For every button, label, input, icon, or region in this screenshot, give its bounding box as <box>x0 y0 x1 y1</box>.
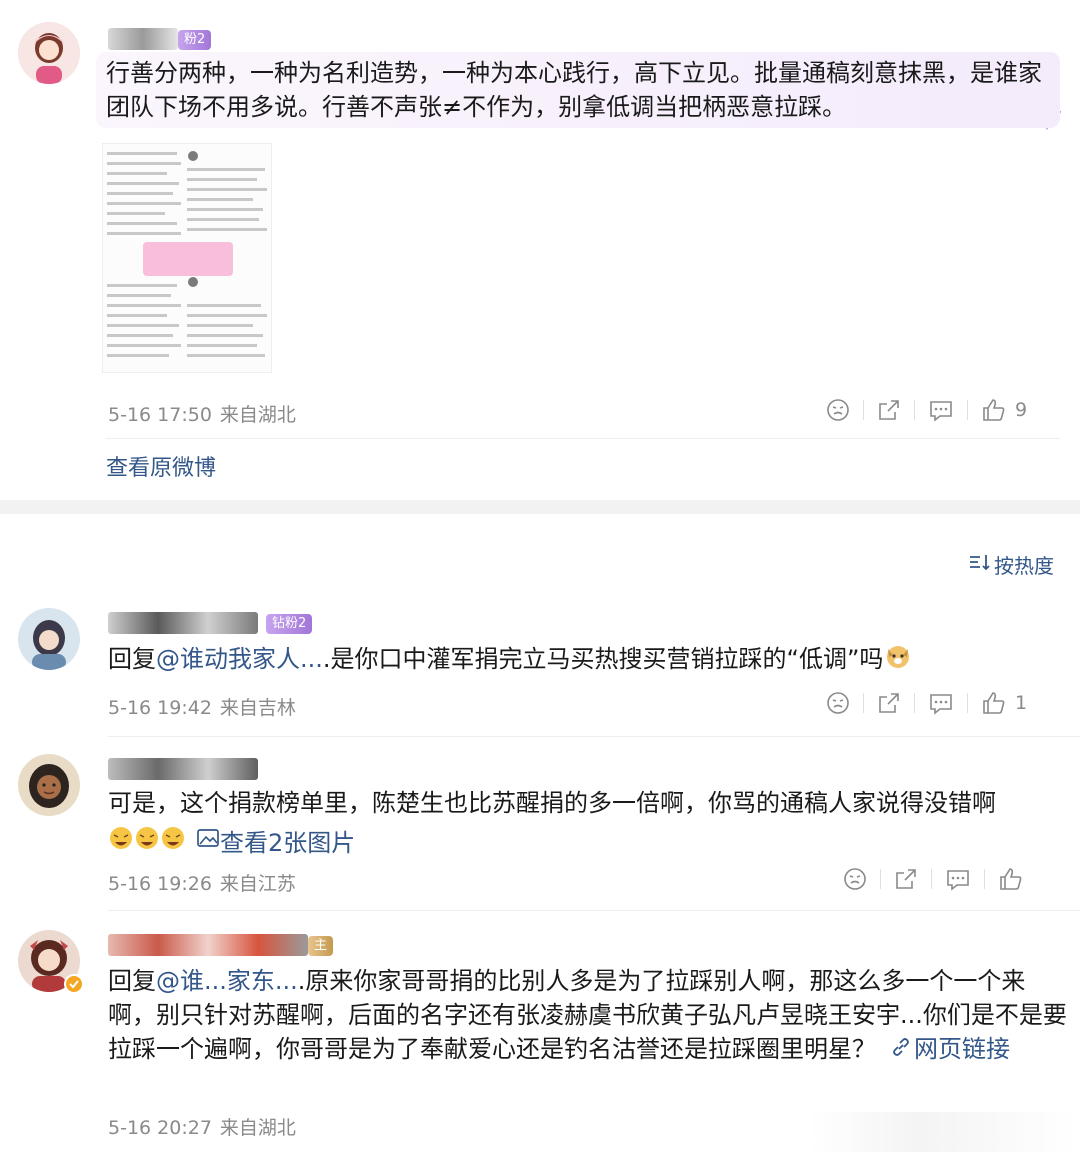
post-image[interactable] <box>102 143 272 373</box>
comment-text: 回复@谁动我家人....是你口中灌军捐完立马买热搜买营销拉踩的“低调”吗 <box>108 642 1048 678</box>
mention-link[interactable]: @谁动我家人... <box>156 645 323 673</box>
share-icon[interactable] <box>877 691 901 715</box>
fan-badge: 粉2 <box>178 30 212 50</box>
fan-badge: 钻粉2 <box>266 614 313 634</box>
sort-label: 按热度 <box>994 554 1054 578</box>
dislike-icon[interactable] <box>826 398 850 422</box>
post-meta: 5-16 17:50 来自湖北 <box>108 400 296 427</box>
dislike-icon[interactable] <box>826 691 850 715</box>
comment-username[interactable] <box>108 612 258 638</box>
partial-action-bar <box>810 1112 1080 1152</box>
sort-button[interactable]: 按热度 <box>968 550 1054 579</box>
comment-text: 回复@谁...家东....原来你家哥哥捐的比别人多是为了拉踩别人啊，那这么多一个… <box>108 964 1068 1067</box>
comment-time: 5-16 20:27 <box>108 1117 212 1139</box>
share-icon[interactable] <box>894 867 918 891</box>
post-avatar[interactable] <box>18 22 80 84</box>
like-button[interactable] <box>998 867 1024 891</box>
emoji-row: 查看2张图片 <box>108 823 355 858</box>
laughing-crying-emoji-icon <box>108 825 186 857</box>
reply-prefix: 回复 <box>108 967 156 995</box>
view-original-link[interactable]: 查看原微博 <box>106 450 216 482</box>
comment-separator <box>108 910 1080 911</box>
like-count: 9 <box>1015 399 1028 421</box>
comment-location: 来自江苏 <box>219 873 296 895</box>
comment-time: 5-16 19:42 <box>108 697 212 719</box>
comment-actions: 1 <box>826 691 1027 715</box>
web-link[interactable]: 网页链接 <box>914 1035 1010 1063</box>
section-divider <box>0 500 1080 514</box>
comment-location: 来自吉林 <box>219 697 296 719</box>
comment-body: 可是，这个捐款榜单里，陈楚生也比苏醒捐的多一倍啊，你骂的通稿人家说得没错啊 <box>108 789 996 817</box>
post-location: 来自湖北 <box>219 404 296 426</box>
verified-icon <box>64 974 84 998</box>
reply-prefix: 回复 <box>108 645 156 673</box>
post-separator <box>106 438 1060 439</box>
comment-username[interactable] <box>108 758 258 784</box>
comment-location: 来自湖北 <box>219 1117 296 1139</box>
comment-icon[interactable] <box>928 691 954 715</box>
post-actions: 9 <box>826 398 1027 422</box>
image-icon <box>196 827 220 855</box>
dislike-icon[interactable] <box>843 867 867 891</box>
fan-badge: 主 <box>308 936 334 956</box>
comment-text: 可是，这个捐款榜单里，陈楚生也比苏醒捐的多一倍啊，你骂的通稿人家说得没错啊 <box>108 786 1064 820</box>
post-time: 5-16 17:50 <box>108 404 212 426</box>
comment-icon[interactable] <box>928 398 954 422</box>
share-icon[interactable] <box>877 398 901 422</box>
comment-separator <box>108 736 1080 737</box>
sort-icon <box>968 552 992 577</box>
comment-meta: 5-16 20:27 来自湖北 <box>108 1113 296 1140</box>
like-count: 1 <box>1015 692 1028 714</box>
comment-username[interactable] <box>108 934 308 960</box>
view-images-link[interactable]: 查看2张图片 <box>220 823 355 858</box>
comment-body: .是你口中灌军捐完立马买热搜买营销拉踩的“低调”吗 <box>322 645 884 673</box>
link-icon <box>890 1033 912 1067</box>
post-username[interactable] <box>108 28 178 54</box>
comment-avatar[interactable] <box>18 608 80 670</box>
mention-link[interactable]: @谁...家东... <box>156 967 298 995</box>
dog-emoji-icon <box>885 643 911 678</box>
like-button[interactable]: 1 <box>981 691 1027 715</box>
like-button[interactable]: 9 <box>981 398 1027 422</box>
comment-meta: 5-16 19:26 来自江苏 <box>108 869 296 896</box>
comment-avatar[interactable] <box>18 754 80 816</box>
post-text: 行善分两种，一种为名利造势，一种为本心践行，高下立见。批量通稿刻意抹黑，是谁家团… <box>106 59 1042 121</box>
comment-actions <box>843 867 1024 891</box>
comment-meta: 5-16 19:42 来自吉林 <box>108 693 296 720</box>
comment-time: 5-16 19:26 <box>108 873 212 895</box>
comment-icon[interactable] <box>945 867 971 891</box>
